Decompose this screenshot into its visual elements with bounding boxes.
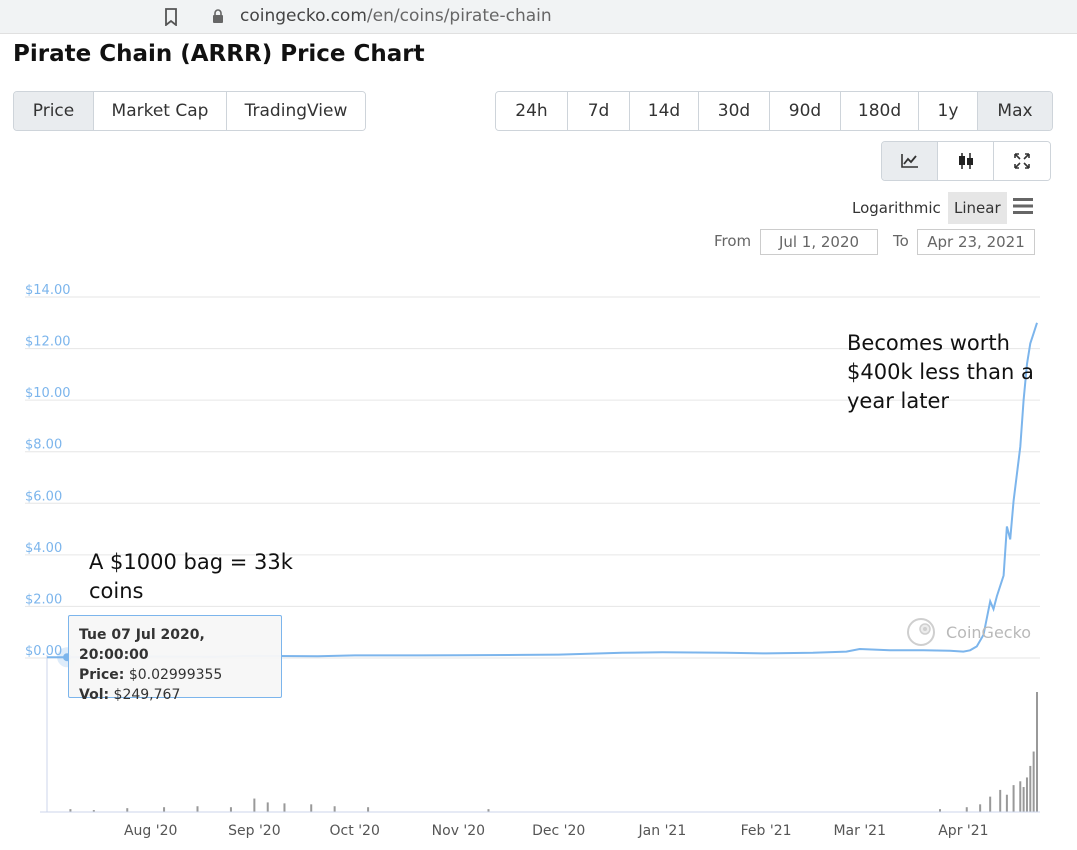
line-chart-button[interactable] (882, 142, 938, 180)
y-axis: $0.00$2.00$4.00$6.00$8.00$10.00$12.00$14… (25, 283, 71, 659)
volume-bar (1032, 751, 1035, 812)
volume-bar (283, 803, 286, 812)
x-tick-label: Apr '21 (938, 823, 988, 839)
y-tick-label: $2.00 (25, 592, 62, 607)
volume-bar (367, 807, 370, 812)
tooltip-volume: Vol: $249,767 (79, 687, 181, 703)
volume-bar (1029, 765, 1032, 812)
y-tick-label: $14.00 (25, 283, 71, 298)
volume-bar (266, 802, 269, 812)
x-axis: Aug '20 Sep '20 Oct '20 Nov '20 Dec '20 Jan '… (124, 823, 989, 839)
volume-bar (333, 806, 336, 812)
chart-type-tools (881, 141, 1051, 181)
y-tick-label: $12.00 (25, 335, 71, 350)
volume-bar (965, 807, 968, 812)
volume-bar (979, 804, 982, 812)
menu-icon[interactable] (1012, 197, 1034, 215)
url-path: /en/coins/pirate-chain (366, 6, 552, 26)
volume-bar (989, 796, 992, 812)
volume-bar (1025, 777, 1028, 812)
range-7d[interactable]: 7d (568, 92, 630, 130)
y-tick-label: $10.00 (25, 386, 71, 401)
volume-bar (1022, 787, 1025, 812)
range-180d[interactable]: 180d (841, 92, 919, 130)
view-tabs: Price Market Cap TradingView (13, 91, 366, 131)
x-tick-label: Oct '20 (330, 823, 380, 839)
x-tick-label: Aug '20 (124, 823, 177, 839)
volume-bar (126, 808, 129, 812)
tab-price[interactable]: Price (14, 92, 94, 130)
range-90d[interactable]: 90d (770, 92, 841, 130)
tooltip-price: Price: $0.02999355 (79, 667, 223, 683)
range-tabs: 24h 7d 14d 30d 90d 180d 1y Max (495, 91, 1053, 131)
coingecko-watermark: CoinGecko (906, 617, 1031, 647)
expand-button[interactable] (994, 142, 1050, 180)
volume-bar (310, 804, 313, 812)
range-1y[interactable]: 1y (919, 92, 978, 130)
browser-url-bar[interactable]: coingecko.com/en/coins/pirate-chain (0, 0, 1077, 34)
volume-bar (196, 806, 199, 812)
range-30d[interactable]: 30d (699, 92, 770, 130)
y-tick-label: $6.00 (25, 489, 62, 504)
range-24h[interactable]: 24h (496, 92, 568, 130)
watermark-text: CoinGecko (946, 622, 1032, 642)
range-14d[interactable]: 14d (630, 92, 699, 130)
annotation-right: Becomes worth $400k less than a year lat… (847, 331, 1034, 413)
tab-market-cap[interactable]: Market Cap (94, 92, 227, 130)
annotation-left: A $1000 bag = 33k coins (89, 550, 293, 603)
candlestick-button[interactable] (938, 142, 994, 180)
to-label: To (893, 232, 909, 250)
tooltip-date: Tue 07 Jul 2020, 20:00:00 (79, 627, 205, 663)
from-date-input[interactable]: Jul 1, 2020 (760, 229, 878, 255)
volume-bar (1036, 692, 1038, 812)
x-tick-label: Nov '20 (432, 823, 485, 839)
lock-icon (213, 9, 223, 23)
coingecko-logo-icon (907, 618, 935, 646)
y-tick-label: $8.00 (25, 438, 62, 453)
volume-bar (253, 798, 256, 812)
volume-bar (163, 807, 166, 812)
x-tick-label: Mar '21 (833, 823, 886, 839)
x-tick-label: Dec '20 (532, 823, 585, 839)
scale-logarithmic[interactable]: Logarithmic (846, 192, 947, 224)
x-tick-label: Sep '20 (228, 823, 281, 839)
volume-bar (229, 807, 232, 812)
from-label: From (714, 232, 752, 250)
url-host: coingecko.com (240, 6, 367, 26)
tab-tradingview[interactable]: TradingView (227, 92, 365, 130)
volume-bar (999, 789, 1002, 812)
volume-bar (1005, 794, 1008, 812)
to-date-input[interactable]: Apr 23, 2021 (917, 229, 1035, 255)
volume-bars (69, 692, 1038, 812)
y-tick-label: $4.00 (25, 541, 62, 556)
url-text[interactable]: coingecko.com/en/coins/pirate-chain (240, 6, 552, 26)
x-tick-label: Jan '21 (638, 823, 687, 839)
x-tick-label: Feb '21 (741, 823, 792, 839)
line-chart-icon (900, 154, 918, 168)
bookmark-icon[interactable] (164, 8, 178, 26)
candlestick-icon (958, 153, 973, 169)
range-max[interactable]: Max (978, 92, 1052, 130)
scale-linear[interactable]: Linear (948, 192, 1007, 224)
volume-bar (1012, 785, 1015, 812)
volume-bar (1019, 781, 1022, 812)
page-title: Pirate Chain (ARRR) Price Chart (13, 41, 425, 67)
expand-icon (1014, 153, 1030, 169)
chart-tooltip: Tue 07 Jul 2020, 20:00:00 Price: $0.0299… (68, 615, 282, 703)
